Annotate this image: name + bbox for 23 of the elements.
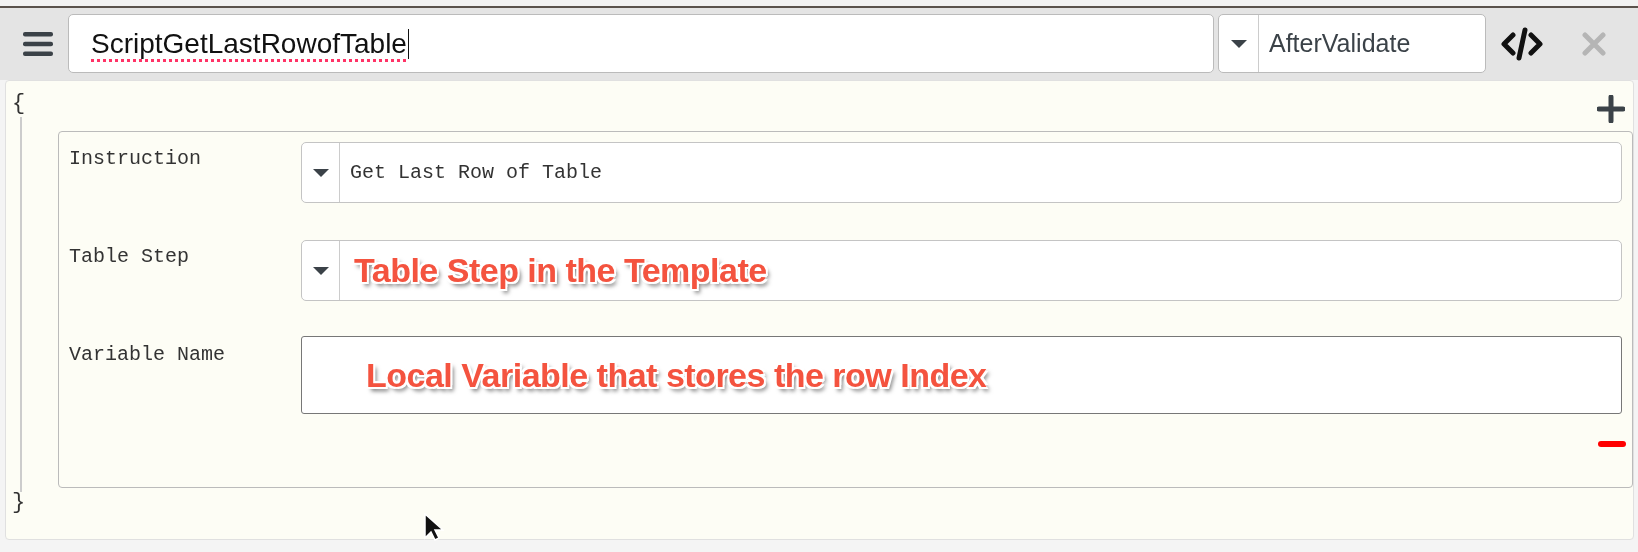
dropdown-field[interactable]: Get Last Row of Table <box>301 142 1622 203</box>
close-icon <box>1582 32 1606 56</box>
annotation-text: Table Step in the Template <box>353 250 767 291</box>
event-dropdown[interactable]: AfterValidate <box>1218 14 1486 73</box>
script-name-text: ScriptGetLastRowofTable <box>91 26 407 61</box>
dropdown-caret-icon <box>311 265 330 276</box>
dropdown-caret-icon <box>1229 38 1248 49</box>
minus-icon <box>1598 441 1626 449</box>
add-button[interactable] <box>1597 95 1625 123</box>
plus-icon <box>1597 95 1625 123</box>
field-label: Table Step <box>69 244 191 270</box>
event-value: AfterValidate <box>1268 27 1411 59</box>
dropdown-value: Get Last Row of Table <box>349 159 603 186</box>
field-label: Instruction <box>69 146 203 172</box>
menu-icon <box>23 31 53 57</box>
close-brace: } <box>12 492 26 514</box>
field-label: Variable Name <box>69 342 227 368</box>
script-name-field[interactable]: ScriptGetLastRowofTable <box>68 14 1214 73</box>
open-brace: { <box>12 93 26 115</box>
dropdown-caret-icon <box>311 167 330 178</box>
text-cursor <box>407 28 410 59</box>
code-icon <box>1501 27 1543 61</box>
annotation-text: Local Variable that stores the row Index <box>365 354 987 396</box>
